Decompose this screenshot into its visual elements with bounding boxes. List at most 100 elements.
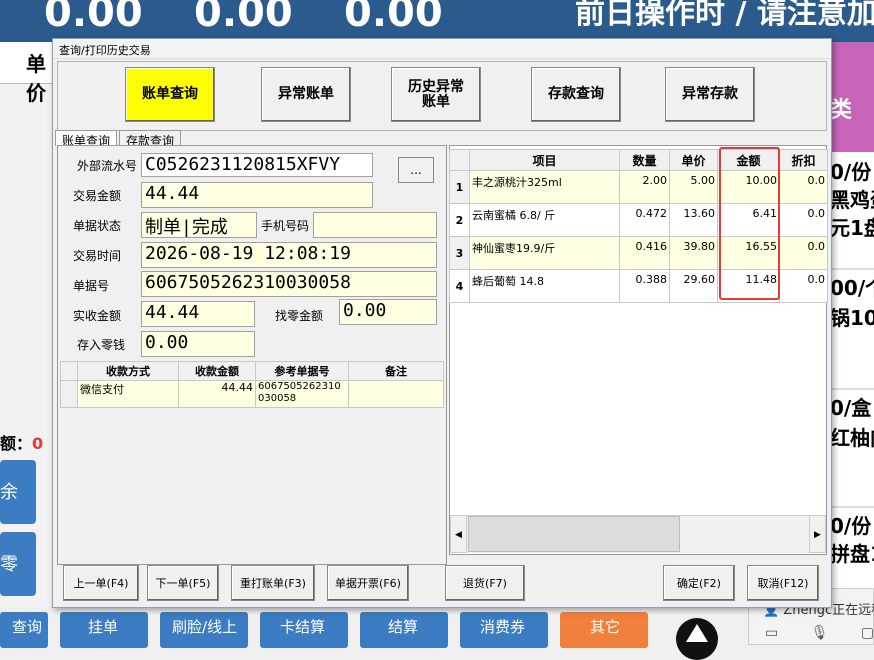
more-icon[interactable]: ▢ [861,625,874,641]
cancel-button[interactable]: 取消(F12) [747,565,819,601]
product-line[interactable]: 0/盒 [830,392,871,421]
row-number: 3 [449,236,470,270]
payment-ref-cell: 6067505262310030058 [255,380,349,408]
confirm-button[interactable]: 确定(F2) [663,565,735,601]
column-header-price: 单价 [0,42,54,105]
item-name-cell: 神仙蜜枣19.9/斤 [469,236,620,270]
qty-cell: 0.472 [619,203,670,237]
trade-amount-label: 交易金额 [73,189,122,203]
scroll-right-icon[interactable]: ▶ [809,515,826,553]
external-serial-label: 外部流水号 [77,159,138,173]
invoice-button[interactable]: 单据开票(F6) [327,565,409,601]
category-button[interactable]: 类 [830,42,874,152]
tab-deposit-query[interactable]: 存款查询 [119,130,182,148]
product-line[interactable]: 0/份 [830,510,871,539]
row-number: 2 [449,203,470,237]
history-transaction-dialog: 查询/打印历史交易 账单查询 异常账单 历史异常 账单 存款查询 异常存款 账单… [52,38,832,608]
settle-button[interactable]: 结算 [360,612,448,648]
tab-bill-query[interactable]: 账单查询 [55,130,118,148]
item-name-cell: 云南蜜橘 6.8/ 斤 [469,203,620,237]
history-abnormal-bill-button[interactable]: 历史异常 账单 [391,67,481,122]
column-header[interactable]: 收款方式 [77,361,179,381]
prev-bill-button[interactable]: 上一单(F4) [63,565,139,601]
column-header[interactable]: 参考单据号 [255,361,349,381]
browse-button[interactable]: ... [398,157,434,183]
external-serial-field[interactable]: C0526231120815XFVY [141,153,373,177]
paid-amount-display: 0.00 [344,0,443,36]
divider [830,388,874,390]
column-header[interactable]: 单价 [669,149,718,171]
query-button[interactable]: 查询 [0,612,48,648]
coupon-button[interactable]: 消费券 [460,612,548,648]
bill-query-button[interactable]: 账单查询 [125,67,215,122]
column-header[interactable]: 折扣 [779,149,828,171]
top-banner-text: 前日操作时 / 请注意加 [575,0,874,31]
face-pay-button[interactable]: 刷脸/线上 [160,612,248,648]
product-line[interactable]: 元1盘 [830,212,874,241]
scroll-up-button[interactable] [676,618,718,660]
product-line[interactable]: 00/个 [830,272,874,301]
divider [830,506,874,508]
reprint-bill-button[interactable]: 重打账单(F3) [231,565,315,601]
deposit-change-label: 存入零钱 [77,338,126,352]
pos-left-button-1[interactable]: 余 [0,460,36,524]
product-line[interactable]: 拼盘1 [830,538,874,567]
bill-status-field: 制单|完成 [141,212,257,238]
scrollbar-thumb[interactable] [468,516,680,552]
product-line[interactable]: 0/份 [830,156,871,185]
discount-cell: 0.0 [779,269,828,303]
scroll-left-icon[interactable]: ◀ [450,515,467,553]
column-header[interactable]: 数量 [619,149,670,171]
discount-cell: 0.0 [779,170,828,204]
item-name-cell: 蜂后葡萄 14.8 [469,269,620,303]
row-number: 1 [449,170,470,204]
mic-icon[interactable]: 🎙 [811,625,829,641]
phone-field [313,212,437,238]
chat-icon[interactable]: ▭ [765,625,778,641]
received-amount-field: 44.44 [141,301,255,327]
card-settle-button[interactable]: 卡结算 [260,612,348,648]
amount-column-highlight [719,147,780,300]
row-header-cell [60,380,78,408]
discount-cell: 0.0 [779,203,828,237]
change-amount-field: 0.00 [339,299,437,325]
bill-no-field: 6067505262310030058 [141,271,437,297]
row-header-cell [449,149,470,171]
payment-method-cell: 微信支付 [77,380,179,408]
price-cell: 29.60 [669,269,718,303]
item-name-cell: 丰之源桃汁325ml [469,170,620,204]
qty-cell: 0.388 [619,269,670,303]
qty-cell: 2.00 [619,170,670,204]
product-line[interactable]: 红柚肉 [830,422,874,451]
return-goods-button[interactable]: 退货(F7) [445,565,525,601]
deposit-query-button[interactable]: 存款查询 [531,67,621,122]
discount-cell: 0.0 [779,236,828,270]
table-row[interactable]: 微信支付 44.44 6067505262310030058 [60,380,444,408]
abnormal-bill-button[interactable]: 异常账单 [261,67,351,122]
amount-label: 额：0 [0,434,44,453]
divider [830,268,874,270]
total-amount-display: 0.00 [44,0,143,36]
row-header-cell [60,361,78,381]
row-number: 4 [449,269,470,303]
trade-time-field: 2026-08-19 12:08:19 [141,242,437,268]
pos-left-button-2[interactable]: 零 [0,532,36,596]
other-button[interactable]: 其它 [560,612,648,648]
arrow-up-icon [686,624,708,642]
product-line[interactable]: 锅108 [830,302,874,331]
next-bill-button[interactable]: 下一单(F5) [147,565,219,601]
bill-no-label: 单据号 [73,279,110,293]
price-cell: 13.60 [669,203,718,237]
price-cell: 39.80 [669,236,718,270]
column-header[interactable]: 项目 [469,149,620,171]
hold-button[interactable]: 挂单 [60,612,148,648]
column-header[interactable]: 收款金额 [178,361,256,381]
abnormal-deposit-button[interactable]: 异常存款 [665,67,755,122]
product-line[interactable]: 黑鸡蛋 [830,184,874,213]
dialog-title: 查询/打印历史交易 [53,39,831,59]
discount-amount-display: 0.00 [194,0,293,36]
bill-status-label: 单据状态 [73,219,122,233]
payment-table: 收款方式 收款金额 参考单据号 备注 微信支付 44.44 6067505262… [60,361,444,408]
phone-label: 手机号码 [261,219,310,233]
column-header[interactable]: 备注 [348,361,444,381]
